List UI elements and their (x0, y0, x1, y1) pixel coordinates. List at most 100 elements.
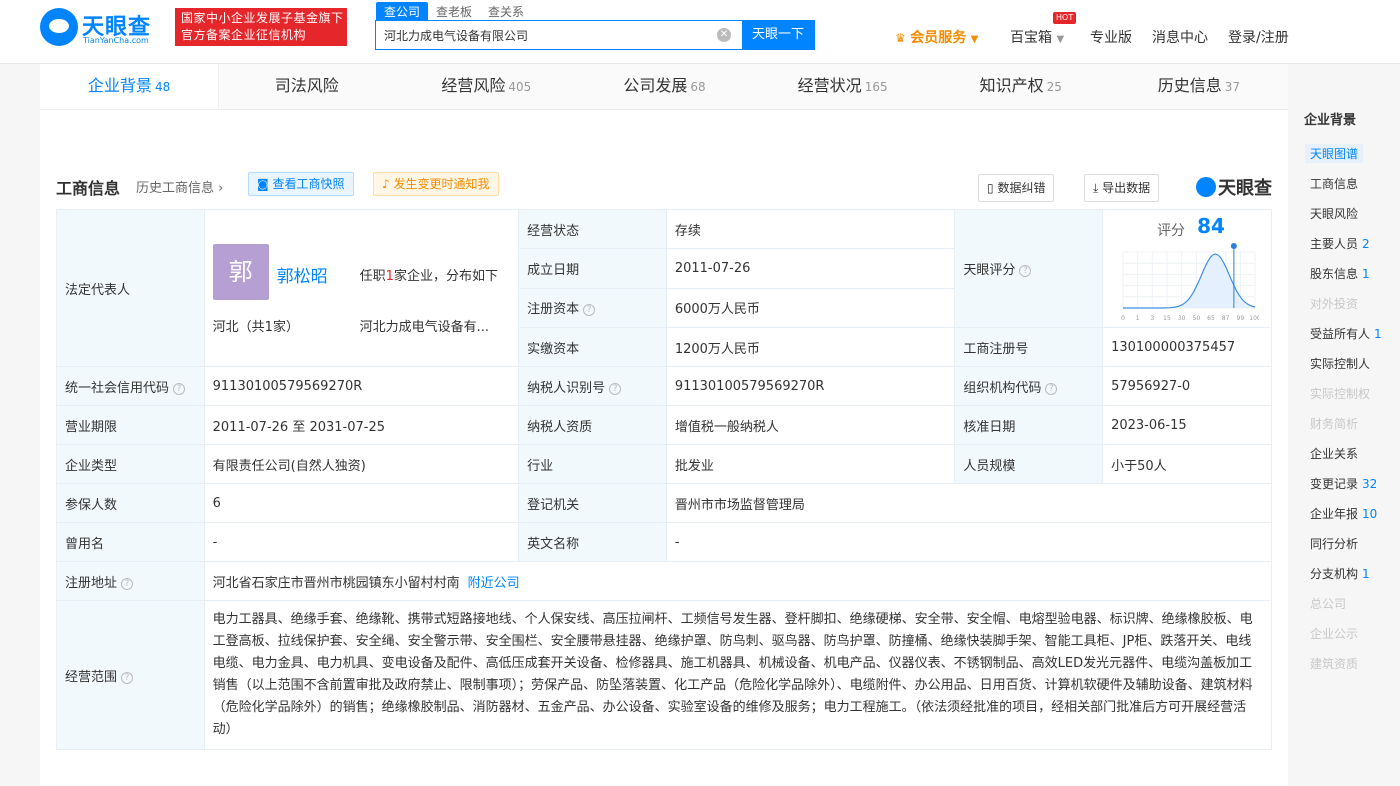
pro-version-link[interactable]: 专业版 (1090, 27, 1132, 47)
sidebar-item-label: 工商信息 (1310, 177, 1359, 191)
score-row-label: 天眼评分 (963, 263, 1016, 278)
tab-judicial-risk[interactable]: 司法风险 (219, 64, 398, 109)
score-cell[interactable]: 评分 84 0 1 3 15 30 50 65 87 99 100 (1102, 209, 1272, 328)
official-badge[interactable]: 国家中小企业发展子基金旗下 官方备案企业征信机构 (175, 8, 347, 46)
tab-count: 68 (690, 80, 706, 94)
sidebar-item[interactable]: 天眼风险 (1305, 204, 1363, 223)
vip-service-menu[interactable]: ♛ 会员服务 ▼ (895, 27, 978, 47)
tianyancha-logo[interactable]: 天眼查 TianYanCha.com (40, 8, 166, 48)
clear-icon[interactable]: ✕ (717, 28, 731, 42)
badge-line-2: 官方备案企业征信机构 (181, 28, 307, 42)
sidebar-item[interactable]: 股东信息 1 (1305, 264, 1375, 283)
tab-count: 405 (508, 80, 532, 94)
sidebar-item[interactable]: 企业关系 (1305, 444, 1363, 463)
sidebar-item[interactable]: 工商信息 (1305, 174, 1363, 193)
search-input[interactable] (376, 21, 744, 49)
logo-eye-icon (1196, 177, 1216, 197)
tab-ip[interactable]: 知识产权 25 (931, 64, 1110, 109)
desc-pre: 任职 (359, 269, 386, 284)
legal-rep-desc: 任职1家企业，分布如下 (360, 265, 498, 284)
tab-label: 司法风险 (274, 76, 339, 95)
legal-rep-name[interactable]: 郭松昭 (277, 262, 328, 287)
legal-rep-cell: 郭 郭松昭 任职1家企业，分布如下 河北（共1家） 河北力成电气设备有... (203, 209, 520, 367)
legal-rep-company[interactable]: 河北力成电气设备有... (360, 316, 510, 335)
tab-label: 知识产权 (979, 76, 1044, 95)
sidebar-item-label: 主要人员 (1310, 237, 1359, 251)
sidebar-item[interactable]: 实际控制人 (1305, 354, 1375, 373)
help-icon[interactable]: ? (121, 577, 134, 590)
sidebar-item[interactable]: 企业年报 10 (1305, 504, 1382, 523)
sidebar-item[interactable]: 天眼图谱 (1305, 144, 1364, 163)
data-correction-button[interactable]: ▯ 数据纠错 (978, 174, 1055, 202)
message-center-link[interactable]: 消息中心 (1152, 27, 1208, 47)
reg-authority-value: 晋州市市场监督管理局 (665, 483, 1273, 523)
bell-icon: ♪ (382, 177, 390, 191)
sidebar-item[interactable]: 分支机构 1 (1305, 564, 1375, 583)
credit-code-label-cell: 统一社会信用代码? (56, 366, 205, 406)
address-label-cell: 注册地址? (56, 561, 205, 601)
company-tabs: 企业背景 48 司法风险 经营风险 405 公司发展 68 经营状况 165 知识产权 2… (40, 64, 1288, 110)
desc-post: 家企业，分布如下 (393, 269, 498, 284)
small-logo-text: 天眼查 (1218, 178, 1272, 199)
tab-label: 企业背景 (87, 76, 152, 95)
business-scope-value: 电力工器具、绝缘手套、绝缘靴、携带式短路接地线、个人保安线、高压拉闸杆、工频信号… (203, 600, 1273, 750)
founded-label: 成立日期 (518, 248, 667, 289)
status-value: 存续 (665, 208, 956, 250)
company-type-label: 企业类型 (56, 444, 205, 484)
tab-development[interactable]: 公司发展 68 (575, 64, 754, 109)
camera-icon: ◙ (257, 177, 269, 191)
tab-operating-status[interactable]: 经营状况 165 (753, 64, 932, 109)
sidebar-item-label: 变更记录 (1310, 477, 1359, 491)
sidebar-item[interactable]: 主要人员 2 (1305, 234, 1375, 253)
tab-operating-risk[interactable]: 经营风险 405 (397, 64, 576, 109)
credit-code-value: 91130100579569270R (203, 366, 520, 406)
help-icon[interactable]: ? (609, 382, 622, 395)
sidebar-item-count: 1 (1362, 567, 1370, 581)
sidebar-item[interactable]: 变更记录 32 (1305, 474, 1382, 493)
tab-label: 公司发展 (623, 76, 688, 95)
snapshot-button[interactable]: ◙ 查看工商快照 (248, 172, 354, 196)
search-tab-company[interactable]: 查公司 (376, 2, 429, 21)
sidebar-item-label: 企业关系 (1310, 447, 1359, 461)
search-tab-relation[interactable]: 查关系 (480, 2, 532, 21)
help-icon[interactable]: ? (1019, 265, 1032, 277)
login-register-link[interactable]: 登录/注册 (1228, 27, 1289, 47)
sidebar-item-label: 总公司 (1310, 597, 1347, 611)
former-name-value: - (203, 522, 520, 562)
term-value: 2011-07-26 至 2031-07-25 (203, 405, 520, 445)
notify-button[interactable]: ♪ 发生变更时通知我 (373, 172, 499, 196)
help-icon[interactable]: ? (121, 671, 134, 684)
export-data-button[interactable]: ⤓ 导出数据 (1084, 174, 1160, 202)
score-value: 84 (1197, 214, 1225, 238)
province-summary: 河北（共1家） (213, 316, 299, 335)
nearby-companies-link[interactable]: 附近公司 (468, 576, 520, 591)
treasure-box-menu[interactable]: 百宝箱 ▼ (1010, 27, 1064, 47)
search-tab-boss[interactable]: 查老板 (428, 2, 480, 21)
search-button[interactable]: 天眼一下 (742, 21, 814, 49)
help-icon[interactable]: ? (173, 382, 186, 395)
sidebar-item-count: 2 (1362, 237, 1370, 251)
history-info-link[interactable]: 历史工商信息 › (136, 177, 223, 196)
tab-history[interactable]: 历史信息 37 (1109, 64, 1288, 109)
sidebar-item-label: 天眼图谱 (1310, 147, 1359, 161)
staff-size-label: 人员规模 (954, 444, 1104, 484)
sidebar-item: 对外投资 (1305, 294, 1363, 313)
chevron-right-icon: › (218, 181, 224, 196)
help-icon[interactable]: ? (583, 304, 596, 317)
tab-label: 历史信息 (1157, 76, 1222, 95)
help-icon[interactable]: ? (1045, 382, 1058, 395)
address-value: 河北省石家庄市晋州市桃园镇东小留村村南 (212, 575, 460, 591)
sidebar-item[interactable]: 同行分析 (1305, 534, 1363, 553)
document-icon: ▯ (987, 181, 994, 195)
sidebar-item-label: 股东信息 (1310, 267, 1359, 281)
sidebar-item-label: 财务简析 (1310, 417, 1359, 431)
avatar[interactable]: 郭 (212, 244, 269, 300)
tab-background[interactable]: 企业背景 48 (40, 64, 220, 109)
sidebar-item[interactable]: 受益所有人 1 (1305, 324, 1387, 343)
sidebar-item-label: 天眼风险 (1310, 207, 1359, 221)
tax-id-value: 91130100579569270R (665, 366, 956, 406)
sidebar-item: 总公司 (1305, 594, 1351, 613)
tax-id-label: 纳税人识别号 (527, 380, 606, 396)
org-code-value: 57956927-0 (1102, 366, 1272, 406)
tab-count: 37 (1224, 80, 1241, 94)
